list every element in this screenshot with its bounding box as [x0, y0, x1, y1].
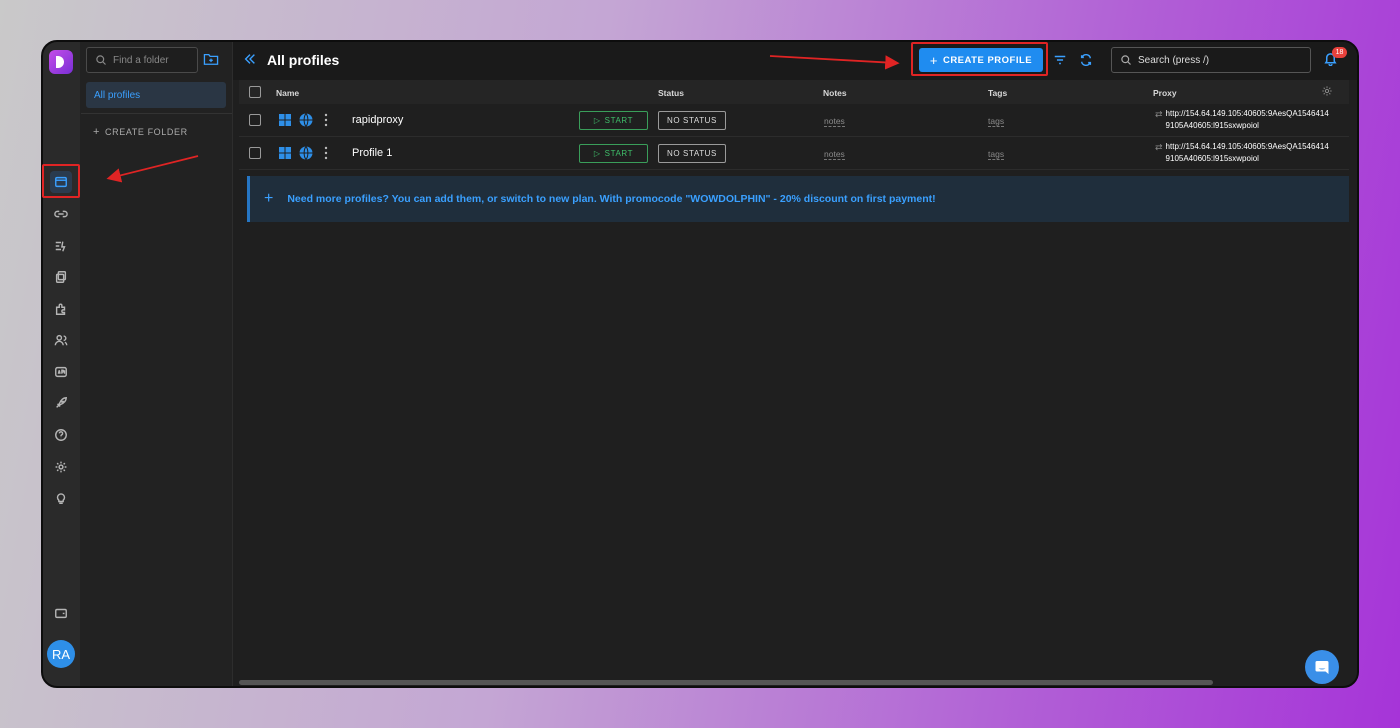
swap-icon: ⇄ [1155, 142, 1163, 152]
divider [81, 113, 232, 114]
search-icon [96, 55, 106, 65]
more-options-icon[interactable] [323, 146, 329, 160]
browser-profiles-icon[interactable] [50, 171, 72, 193]
start-label: START [604, 149, 634, 158]
proxy-line: 9105A40605:l915sxwpoiol [1165, 154, 1259, 163]
help-icon[interactable] [50, 424, 72, 446]
select-all-checkbox[interactable] [249, 86, 261, 98]
notification-count-badge: 18 [1332, 47, 1347, 58]
play-icon: ▷ [593, 116, 601, 125]
start-button[interactable]: ▷ START [579, 111, 648, 130]
extensions-icon[interactable] [50, 298, 72, 320]
refresh-icon[interactable] [1079, 53, 1095, 69]
start-button[interactable]: ▷ START [579, 144, 648, 163]
page-title: All profiles [267, 52, 340, 68]
folder-search-input[interactable] [113, 54, 193, 66]
plus-icon: + [929, 52, 938, 68]
create-profile-button[interactable]: + CREATE PROFILE [919, 48, 1043, 72]
create-profile-label: CREATE PROFILE [942, 54, 1033, 66]
wallet-icon[interactable] [50, 602, 72, 624]
globe-icon [299, 113, 313, 127]
filter-icon[interactable] [1053, 53, 1069, 69]
create-folder-button[interactable]: + CREATE FOLDER [93, 126, 188, 138]
promo-banner[interactable]: + Need more profiles? You can add them, … [247, 176, 1349, 222]
dolphin-logo-icon[interactable] [49, 50, 73, 74]
swap-icon: ⇄ [1155, 109, 1163, 119]
table-row[interactable]: rapidproxy ▷ START NO STATUS notes tags … [239, 104, 1349, 137]
more-options-icon[interactable] [323, 113, 329, 127]
lightbulb-icon[interactable] [50, 487, 72, 509]
status-button[interactable]: NO STATUS [658, 144, 726, 163]
tags-field[interactable]: tags [988, 116, 1005, 127]
copy-icon[interactable] [50, 266, 72, 288]
user-avatar[interactable]: RA [47, 640, 75, 668]
start-label: START [604, 116, 634, 125]
column-header-notes: Notes [823, 88, 847, 98]
proxy-line: http://154.64.149.105:40605:9AesQA154641… [1165, 142, 1329, 151]
chat-support-button[interactable] [1305, 650, 1339, 684]
promo-text: Need more profiles? You can add them, or… [287, 193, 936, 205]
column-header-name: Name [276, 88, 300, 98]
chat-icon [1315, 661, 1329, 674]
row-checkbox[interactable] [249, 114, 261, 126]
column-header-status: Status [658, 88, 684, 98]
windows-icon [279, 147, 291, 159]
notes-field[interactable]: notes [824, 116, 845, 127]
tags-field[interactable]: tags [988, 149, 1005, 160]
proxy-link-icon[interactable] [50, 203, 72, 225]
proxy-cell[interactable]: ⇄ http://154.64.149.105:40605:9AesQA1546… [1155, 141, 1340, 165]
top-bar: All profiles + CREATE PROFILE 18 [233, 42, 1357, 80]
proxy-line: 9105A40605:l915sxwpoiol [1165, 121, 1259, 130]
column-header-proxy: Proxy [1153, 88, 1177, 98]
profile-search-input[interactable] [1138, 54, 1298, 66]
collapse-sidebar-icon[interactable] [243, 52, 259, 68]
rocket-icon[interactable] [50, 392, 72, 414]
notes-field[interactable]: notes [824, 149, 845, 160]
horizontal-scrollbar[interactable] [239, 680, 1213, 685]
globe-icon [299, 146, 313, 160]
profile-name[interactable]: rapidproxy [352, 114, 403, 126]
folder-panel: All profiles + CREATE FOLDER [81, 42, 233, 686]
settings-icon[interactable] [50, 456, 72, 478]
profile-search[interactable] [1111, 47, 1311, 73]
folder-search[interactable] [86, 47, 198, 73]
main-content: All profiles + CREATE PROFILE 18 [233, 42, 1357, 686]
table-row[interactable]: Profile 1 ▷ START NO STATUS notes tags ⇄… [239, 137, 1349, 170]
profile-name[interactable]: Profile 1 [352, 147, 392, 159]
automation-icon[interactable] [50, 235, 72, 257]
column-header-tags: Tags [988, 88, 1008, 98]
folder-item-all-profiles[interactable]: All profiles [86, 82, 226, 108]
search-icon [1121, 55, 1131, 65]
create-folder-label: CREATE FOLDER [105, 127, 188, 137]
proxy-line: http://154.64.149.105:40605:9AesQA154641… [1165, 109, 1329, 118]
plus-icon: + [93, 126, 101, 138]
table-header: Name Status Notes Tags Proxy [239, 80, 1349, 104]
add-folder-icon[interactable] [203, 52, 221, 68]
api-icon[interactable] [50, 361, 72, 383]
column-settings-gear-icon[interactable] [1321, 85, 1333, 99]
proxy-cell[interactable]: ⇄ http://154.64.149.105:40605:9AesQA1546… [1155, 108, 1340, 132]
status-button[interactable]: NO STATUS [658, 111, 726, 130]
row-checkbox[interactable] [249, 147, 261, 159]
icon-rail: RA [43, 42, 81, 686]
play-icon: ▷ [593, 149, 601, 158]
plus-icon: + [264, 190, 274, 207]
users-icon[interactable] [50, 329, 72, 351]
app-window: RA All profiles + CREATE FOLDER All prof… [41, 40, 1359, 688]
windows-icon [279, 114, 291, 126]
